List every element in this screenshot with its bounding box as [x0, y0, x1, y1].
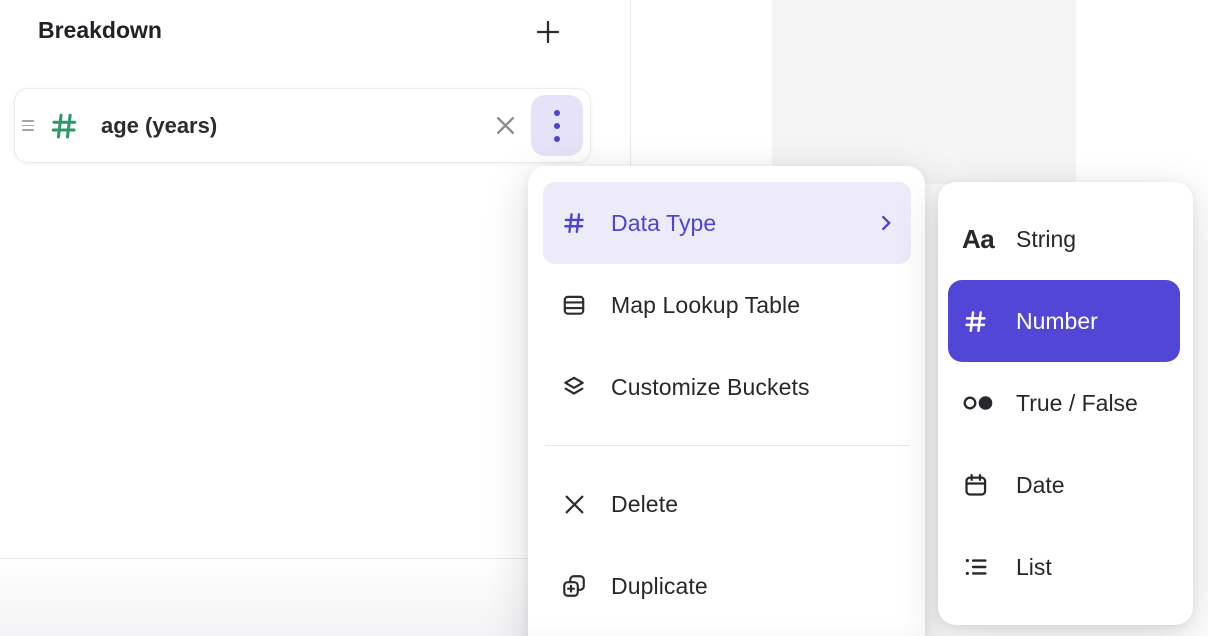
submenu-item-label: Number — [1016, 308, 1098, 335]
submenu-item-date[interactable]: Date — [948, 444, 1180, 526]
menu-item-label: Customize Buckets — [611, 374, 810, 401]
menu-item-label: Duplicate — [611, 573, 708, 600]
submenu-item-label: List — [1016, 554, 1052, 581]
chevron-right-icon — [875, 212, 897, 234]
menu-divider — [545, 445, 909, 446]
x-icon — [561, 492, 587, 517]
table-icon — [561, 292, 587, 318]
menu-item-label: Map Lookup Table — [611, 292, 800, 319]
layers-icon — [561, 374, 587, 400]
menu-item-label: Data Type — [611, 210, 716, 237]
field-name-label: age (years) — [101, 113, 217, 139]
menu-item-delete[interactable]: Delete — [543, 463, 911, 545]
submenu-item-true-false[interactable]: True / False — [948, 362, 1180, 444]
number-type-hash-icon — [48, 110, 80, 142]
drag-handle-icon[interactable] — [20, 120, 36, 131]
hash-icon — [561, 210, 587, 236]
hash-icon — [962, 308, 998, 335]
menu-item-map-lookup-table[interactable]: Map Lookup Table — [543, 264, 911, 346]
menu-item-data-type[interactable]: Data Type — [543, 182, 911, 264]
data-type-submenu: Aa String Number True / False — [938, 182, 1193, 625]
breakdown-panel-screen: Breakdown age (years) — [0, 0, 1208, 636]
submenu-item-label: String — [1016, 226, 1076, 253]
boolean-circles-icon — [962, 391, 998, 415]
kebab-menu-icon — [553, 108, 561, 144]
plus-icon — [532, 16, 564, 48]
string-aa-icon: Aa — [962, 224, 998, 255]
menu-item-label: Delete — [611, 491, 678, 518]
remove-field-button[interactable] — [485, 106, 525, 146]
copy-plus-icon — [561, 573, 587, 599]
page-title: Breakdown — [38, 17, 162, 44]
breakdown-field-card[interactable]: age (years) — [14, 88, 591, 163]
field-options-menu: Data Type Map Lookup Table — [528, 166, 925, 636]
menu-item-customize-buckets[interactable]: Customize Buckets — [543, 346, 911, 428]
add-breakdown-button[interactable] — [529, 13, 567, 51]
submenu-item-label: True / False — [1016, 390, 1138, 417]
submenu-item-string[interactable]: Aa String — [948, 198, 1180, 280]
submenu-item-list[interactable]: List — [948, 526, 1180, 608]
submenu-item-label: Date — [1016, 472, 1065, 499]
calendar-icon — [962, 472, 998, 499]
field-options-button[interactable] — [531, 95, 583, 156]
menu-item-duplicate[interactable]: Duplicate — [543, 545, 911, 627]
content-placeholder-block — [772, 0, 1076, 184]
list-icon — [962, 553, 998, 581]
submenu-item-number[interactable]: Number — [948, 280, 1180, 362]
close-icon — [492, 112, 519, 139]
